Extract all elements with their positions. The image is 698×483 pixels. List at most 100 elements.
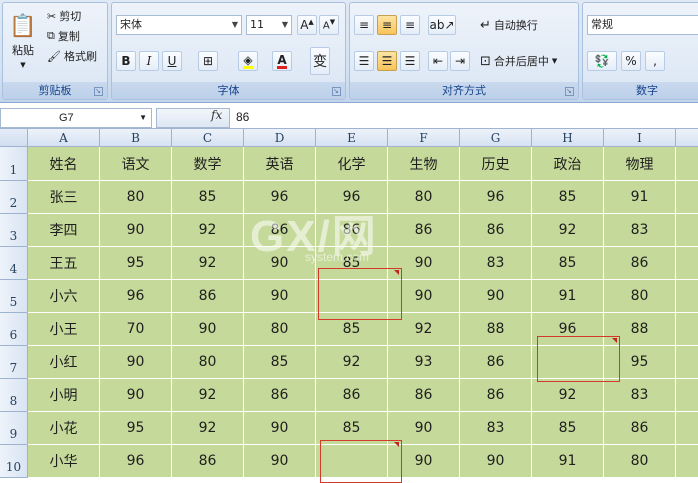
row-header-7[interactable]: 7 [0,346,28,379]
cell-c8[interactable]: 92 [172,379,244,412]
column-header-i[interactable]: I [604,129,676,147]
header-cell-i1[interactable]: 物理 [604,147,676,181]
row-header-3[interactable]: 3 [0,214,28,247]
cell-a6[interactable]: 小王 [28,313,100,346]
cell-a2[interactable]: 张三 [28,181,100,214]
cell-i5[interactable]: 80 [604,280,676,313]
cell-c10[interactable]: 86 [172,445,244,478]
cell-f7[interactable]: 93 [388,346,460,379]
align-right-button[interactable]: ☰ [400,51,420,71]
underline-button[interactable]: U [162,51,182,71]
cell-g4[interactable]: 83 [460,247,532,280]
cell-a9[interactable]: 小花 [28,412,100,445]
formula-input[interactable]: 86 [236,110,249,124]
cell-g7[interactable]: 86 [460,346,532,379]
cell-i2[interactable]: 91 [604,181,676,214]
header-cell-b1[interactable]: 语文 [100,147,172,181]
row-header-9[interactable]: 9 [0,412,28,445]
row-header-6[interactable]: 6 [0,313,28,346]
align-bottom-button[interactable]: ≡ [400,15,420,35]
shrink-font-button[interactable]: A▼ [319,15,339,35]
font-name-select[interactable]: 宋体 ▼ [116,15,242,35]
cell-b10[interactable]: 96 [100,445,172,478]
cell-i3[interactable]: 83 [604,214,676,247]
cell-d9[interactable]: 90 [244,412,316,445]
cell-c6[interactable]: 90 [172,313,244,346]
cell-a5[interactable]: 小六 [28,280,100,313]
name-box[interactable]: G7 ▼ [0,108,152,128]
fill-color-button[interactable]: ◈ [238,51,258,71]
cell-c9[interactable]: 92 [172,412,244,445]
select-all-corner[interactable] [0,129,28,147]
column-header-b[interactable]: B [100,129,172,147]
cell-h10[interactable]: 91 [532,445,604,478]
header-cell-f1[interactable]: 生物 [388,147,460,181]
currency-format-button[interactable]: 💱 [587,51,617,71]
cell-c3[interactable]: 92 [172,214,244,247]
cell-d6[interactable]: 80 [244,313,316,346]
column-header-partial[interactable] [676,129,698,147]
cell-partial[interactable] [676,280,698,313]
phonetic-button[interactable]: 变 [310,47,330,75]
decrease-indent-button[interactable]: ⇤ [428,51,448,71]
header-cell-h1[interactable]: 政治 [532,147,604,181]
merge-center-button[interactable]: ⊡ 合并后居中 ▼ [480,53,557,69]
column-header-a[interactable]: A [28,129,100,147]
cell-h8[interactable]: 92 [532,379,604,412]
cell-g3[interactable]: 86 [460,214,532,247]
align-center-button[interactable]: ☰ [377,51,397,71]
number-format-select[interactable]: 常规 [587,15,698,35]
paste-button[interactable]: 📋 粘贴 ▼ [7,9,39,73]
orientation-button[interactable]: ab↗ [428,15,456,35]
cell-d5[interactable]: 90 [244,280,316,313]
header-cell-d1[interactable]: 英语 [244,147,316,181]
cell-b5[interactable]: 96 [100,280,172,313]
cell-f3[interactable]: 86 [388,214,460,247]
cell-h4[interactable]: 85 [532,247,604,280]
cut-button[interactable]: ✂ 剪切 [47,8,81,24]
cell-partial[interactable] [676,445,698,478]
cell-b9[interactable]: 95 [100,412,172,445]
cell-g10[interactable]: 90 [460,445,532,478]
cell-b8[interactable]: 90 [100,379,172,412]
cell-b6[interactable]: 70 [100,313,172,346]
row-header-5[interactable]: 5 [0,280,28,313]
cell-h2[interactable]: 85 [532,181,604,214]
align-middle-button[interactable]: ≡ [377,15,397,35]
cell-c7[interactable]: 80 [172,346,244,379]
row-header-8[interactable]: 8 [0,379,28,412]
cell-partial[interactable] [676,214,698,247]
grow-font-button[interactable]: A▲ [297,15,317,35]
column-header-h[interactable]: H [532,129,604,147]
cell-f2[interactable]: 80 [388,181,460,214]
cell-b2[interactable]: 80 [100,181,172,214]
cell-d8[interactable]: 86 [244,379,316,412]
insert-function-icon[interactable]: fx [211,108,222,122]
wrap-text-button[interactable]: ↵ 自动换行 [480,17,538,33]
header-cell-c1[interactable]: 数学 [172,147,244,181]
cell-f8[interactable]: 86 [388,379,460,412]
column-header-e[interactable]: E [316,129,388,147]
cell-g9[interactable]: 83 [460,412,532,445]
cell-i8[interactable]: 83 [604,379,676,412]
cell-h9[interactable]: 85 [532,412,604,445]
borders-button[interactable]: ⊞ [198,51,218,71]
column-header-c[interactable]: C [172,129,244,147]
dialog-launcher-icon[interactable]: ↘ [332,87,341,96]
row-header-10[interactable]: 10 [0,445,28,478]
cell-a7[interactable]: 小红 [28,346,100,379]
cell-partial[interactable] [676,379,698,412]
bold-button[interactable]: B [116,51,136,71]
align-top-button[interactable]: ≡ [354,15,374,35]
column-header-f[interactable]: F [388,129,460,147]
row-header-1[interactable]: 1 [0,147,28,181]
row-header-4[interactable]: 4 [0,247,28,280]
cell-i10[interactable]: 80 [604,445,676,478]
cell-h5[interactable]: 91 [532,280,604,313]
percent-button[interactable]: % [621,51,641,71]
font-color-button[interactable]: A [272,51,292,71]
dialog-launcher-icon[interactable]: ↘ [94,87,103,96]
cell-b3[interactable]: 90 [100,214,172,247]
cell-a10[interactable]: 小华 [28,445,100,478]
cell-g2[interactable]: 96 [460,181,532,214]
